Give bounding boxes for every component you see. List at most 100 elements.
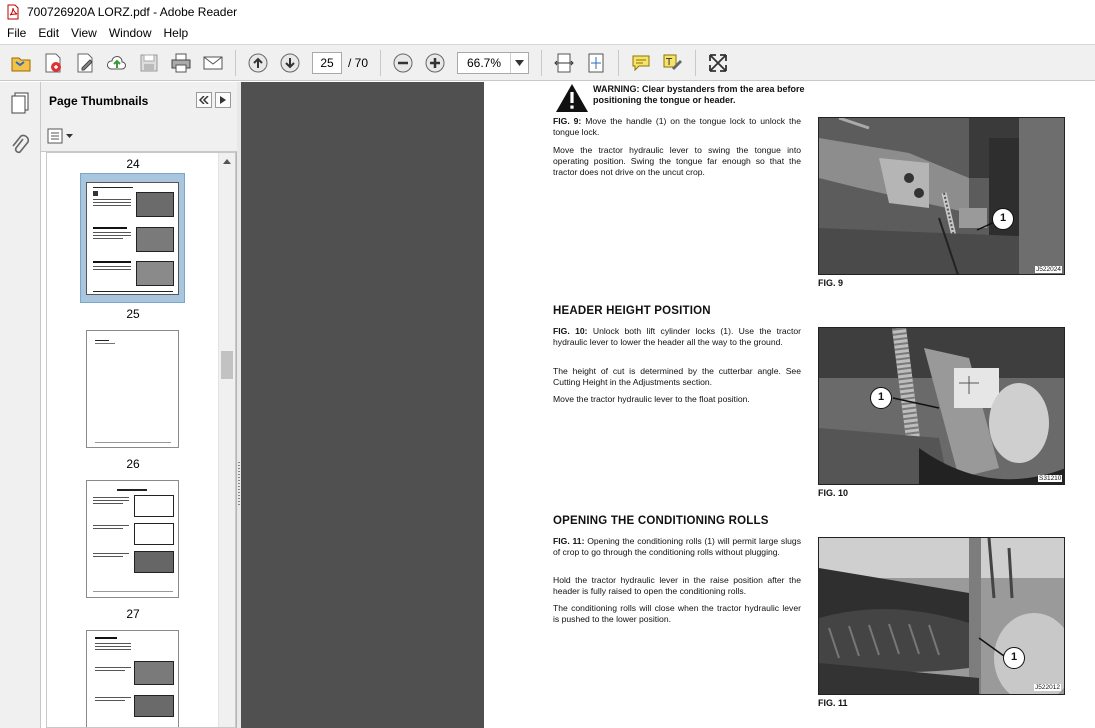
figure-9-caption: FIG. 9 <box>818 278 844 288</box>
zoom-in-button[interactable] <box>422 50 448 76</box>
menu-bar: File Edit View Window Help <box>0 23 1095 43</box>
section-heading-conditioning-rolls: OPENING THE CONDITIONING ROLLS <box>553 515 769 527</box>
svg-text:T: T <box>665 57 673 68</box>
page-number-input[interactable]: 25 <box>312 51 342 74</box>
menu-edit[interactable]: Edit <box>32 23 65 43</box>
scroll-up-icon[interactable] <box>219 153 235 169</box>
expand-panel-button[interactable] <box>215 92 231 108</box>
triangle-right-icon <box>220 96 226 104</box>
fit-page-button[interactable] <box>583 50 609 76</box>
toolbar-separator <box>235 49 236 76</box>
edit-document-icon <box>77 53 93 72</box>
figure-9-code: J522024 <box>1035 266 1062 273</box>
lift-cylinder-lock-photo <box>819 328 1064 484</box>
figure-9-photo: 1 J522024 <box>818 117 1065 275</box>
collapse-panel-button[interactable] <box>196 92 212 108</box>
callout-1: 1 <box>870 387 892 409</box>
figure-11-photo: 1 J522012 <box>818 537 1065 695</box>
thumbnail-page-28[interactable] <box>86 630 179 727</box>
options-list-icon <box>47 128 73 144</box>
fig11-text-1: Opening the conditioning rolls (1) will … <box>553 536 801 557</box>
warning-triangle-icon <box>556 84 588 112</box>
adobe-reader-window: 700726920A LORZ.pdf - Adobe Reader File … <box>0 0 1095 728</box>
attachments-button[interactable] <box>8 132 32 158</box>
create-pdf-icon <box>45 53 61 72</box>
figure-10-code: S31210 <box>1038 475 1063 482</box>
fig9-ref: FIG. 9: <box>553 116 582 126</box>
toolbar-separator <box>695 49 697 76</box>
menu-help[interactable]: Help <box>158 23 195 43</box>
section-heading-header-height: HEADER HEIGHT POSITION <box>553 305 711 317</box>
thumbnail-label: 25 <box>126 307 140 321</box>
figure-10-photo: 1 S31210 <box>818 327 1065 485</box>
fit-width-button[interactable] <box>551 50 577 76</box>
open-button[interactable] <box>8 50 34 76</box>
fig11-paragraph-2: Hold the tractor hydraulic lever in the … <box>553 575 801 596</box>
thumbnail-page-27[interactable] <box>86 480 179 598</box>
options-menu-button[interactable] <box>47 127 75 145</box>
fig10-paragraph-2: The height of cut is determined by the c… <box>553 366 801 387</box>
minus-circle-icon <box>393 53 413 72</box>
thumbnails-options-bar <box>41 120 237 152</box>
cloud-upload-button[interactable] <box>104 50 130 76</box>
fig11-paragraph-1: FIG. 11: Opening the conditioning rolls … <box>553 536 801 558</box>
menu-window[interactable]: Window <box>103 23 158 43</box>
pdf-file-icon <box>7 4 19 19</box>
window-title: 700726920A LORZ.pdf - Adobe Reader <box>27 4 238 19</box>
cloud-upload-icon <box>107 55 126 69</box>
document-view[interactable]: WARNING: Clear bystanders from the area … <box>241 82 1095 728</box>
zoom-out-button[interactable] <box>390 50 416 76</box>
create-pdf-button[interactable] <box>40 50 66 76</box>
callout-1: 1 <box>992 208 1014 230</box>
pages-icon <box>11 92 29 114</box>
print-button[interactable] <box>168 50 194 76</box>
warning-text: WARNING: Clear bystanders from the area … <box>593 84 805 105</box>
menu-file[interactable]: File <box>0 23 32 43</box>
chevron-down-icon[interactable] <box>510 52 528 73</box>
tongue-lock-photo <box>819 118 1064 274</box>
speech-bubble-icon <box>632 55 650 71</box>
full-screen-button[interactable] <box>705 50 731 76</box>
menu-view[interactable]: View <box>65 23 103 43</box>
toolbar-separator <box>618 49 620 76</box>
panel-title: Page Thumbnails <box>49 94 149 108</box>
figure-11-code: J522012 <box>1034 684 1061 691</box>
fig9-paragraph-2: Move the tractor hydraulic lever to swin… <box>553 145 801 177</box>
highlighter-icon: T <box>663 54 683 70</box>
fig11-ref: FIG. 11: <box>553 536 585 546</box>
expand-icon <box>709 53 727 72</box>
thumbnail-page-26[interactable] <box>86 330 179 448</box>
fig10-ref: FIG. 10: <box>553 326 588 336</box>
printer-icon <box>171 53 191 72</box>
comment-button[interactable] <box>628 50 654 76</box>
zoom-value: 66.7% <box>467 55 502 70</box>
next-page-button[interactable] <box>277 50 303 76</box>
scrollbar-thumb[interactable] <box>221 351 233 379</box>
fit-page-icon <box>588 53 604 72</box>
edit-pdf-button[interactable] <box>72 50 98 76</box>
navigation-rail <box>0 82 41 728</box>
thumbnail-label: 26 <box>126 457 140 471</box>
thumbnail-page-25[interactable] <box>80 173 185 303</box>
email-button[interactable] <box>200 50 226 76</box>
zoom-select[interactable]: 66.7% <box>457 51 530 74</box>
fit-width-icon <box>554 53 574 72</box>
thumbnails-scrollbar[interactable] <box>218 153 235 727</box>
thumbnails-list: 24 25 26 27 <box>46 152 236 728</box>
page-total: / 70 <box>348 55 369 70</box>
plus-circle-icon <box>425 53 445 72</box>
title-bar: 700726920A LORZ.pdf - Adobe Reader <box>0 0 1095 23</box>
arrow-up-circle-icon <box>248 53 268 72</box>
toolbar-separator <box>380 49 382 76</box>
double-chevron-left-icon <box>199 96 209 104</box>
thumbnail-label: 24 <box>126 157 140 171</box>
envelope-icon <box>203 56 223 69</box>
highlight-text-button[interactable]: T <box>660 50 686 76</box>
fig9-text-1: Move the handle (1) on the tongue lock t… <box>553 116 801 137</box>
conditioning-rolls-photo <box>819 538 1064 694</box>
save-button[interactable] <box>136 50 162 76</box>
page-thumbnails-button[interactable] <box>8 90 32 116</box>
previous-page-button[interactable] <box>245 50 271 76</box>
pdf-page-25: WARNING: Clear bystanders from the area … <box>484 82 1095 728</box>
fig10-paragraph-3: Move the tractor hydraulic lever to the … <box>553 394 750 404</box>
